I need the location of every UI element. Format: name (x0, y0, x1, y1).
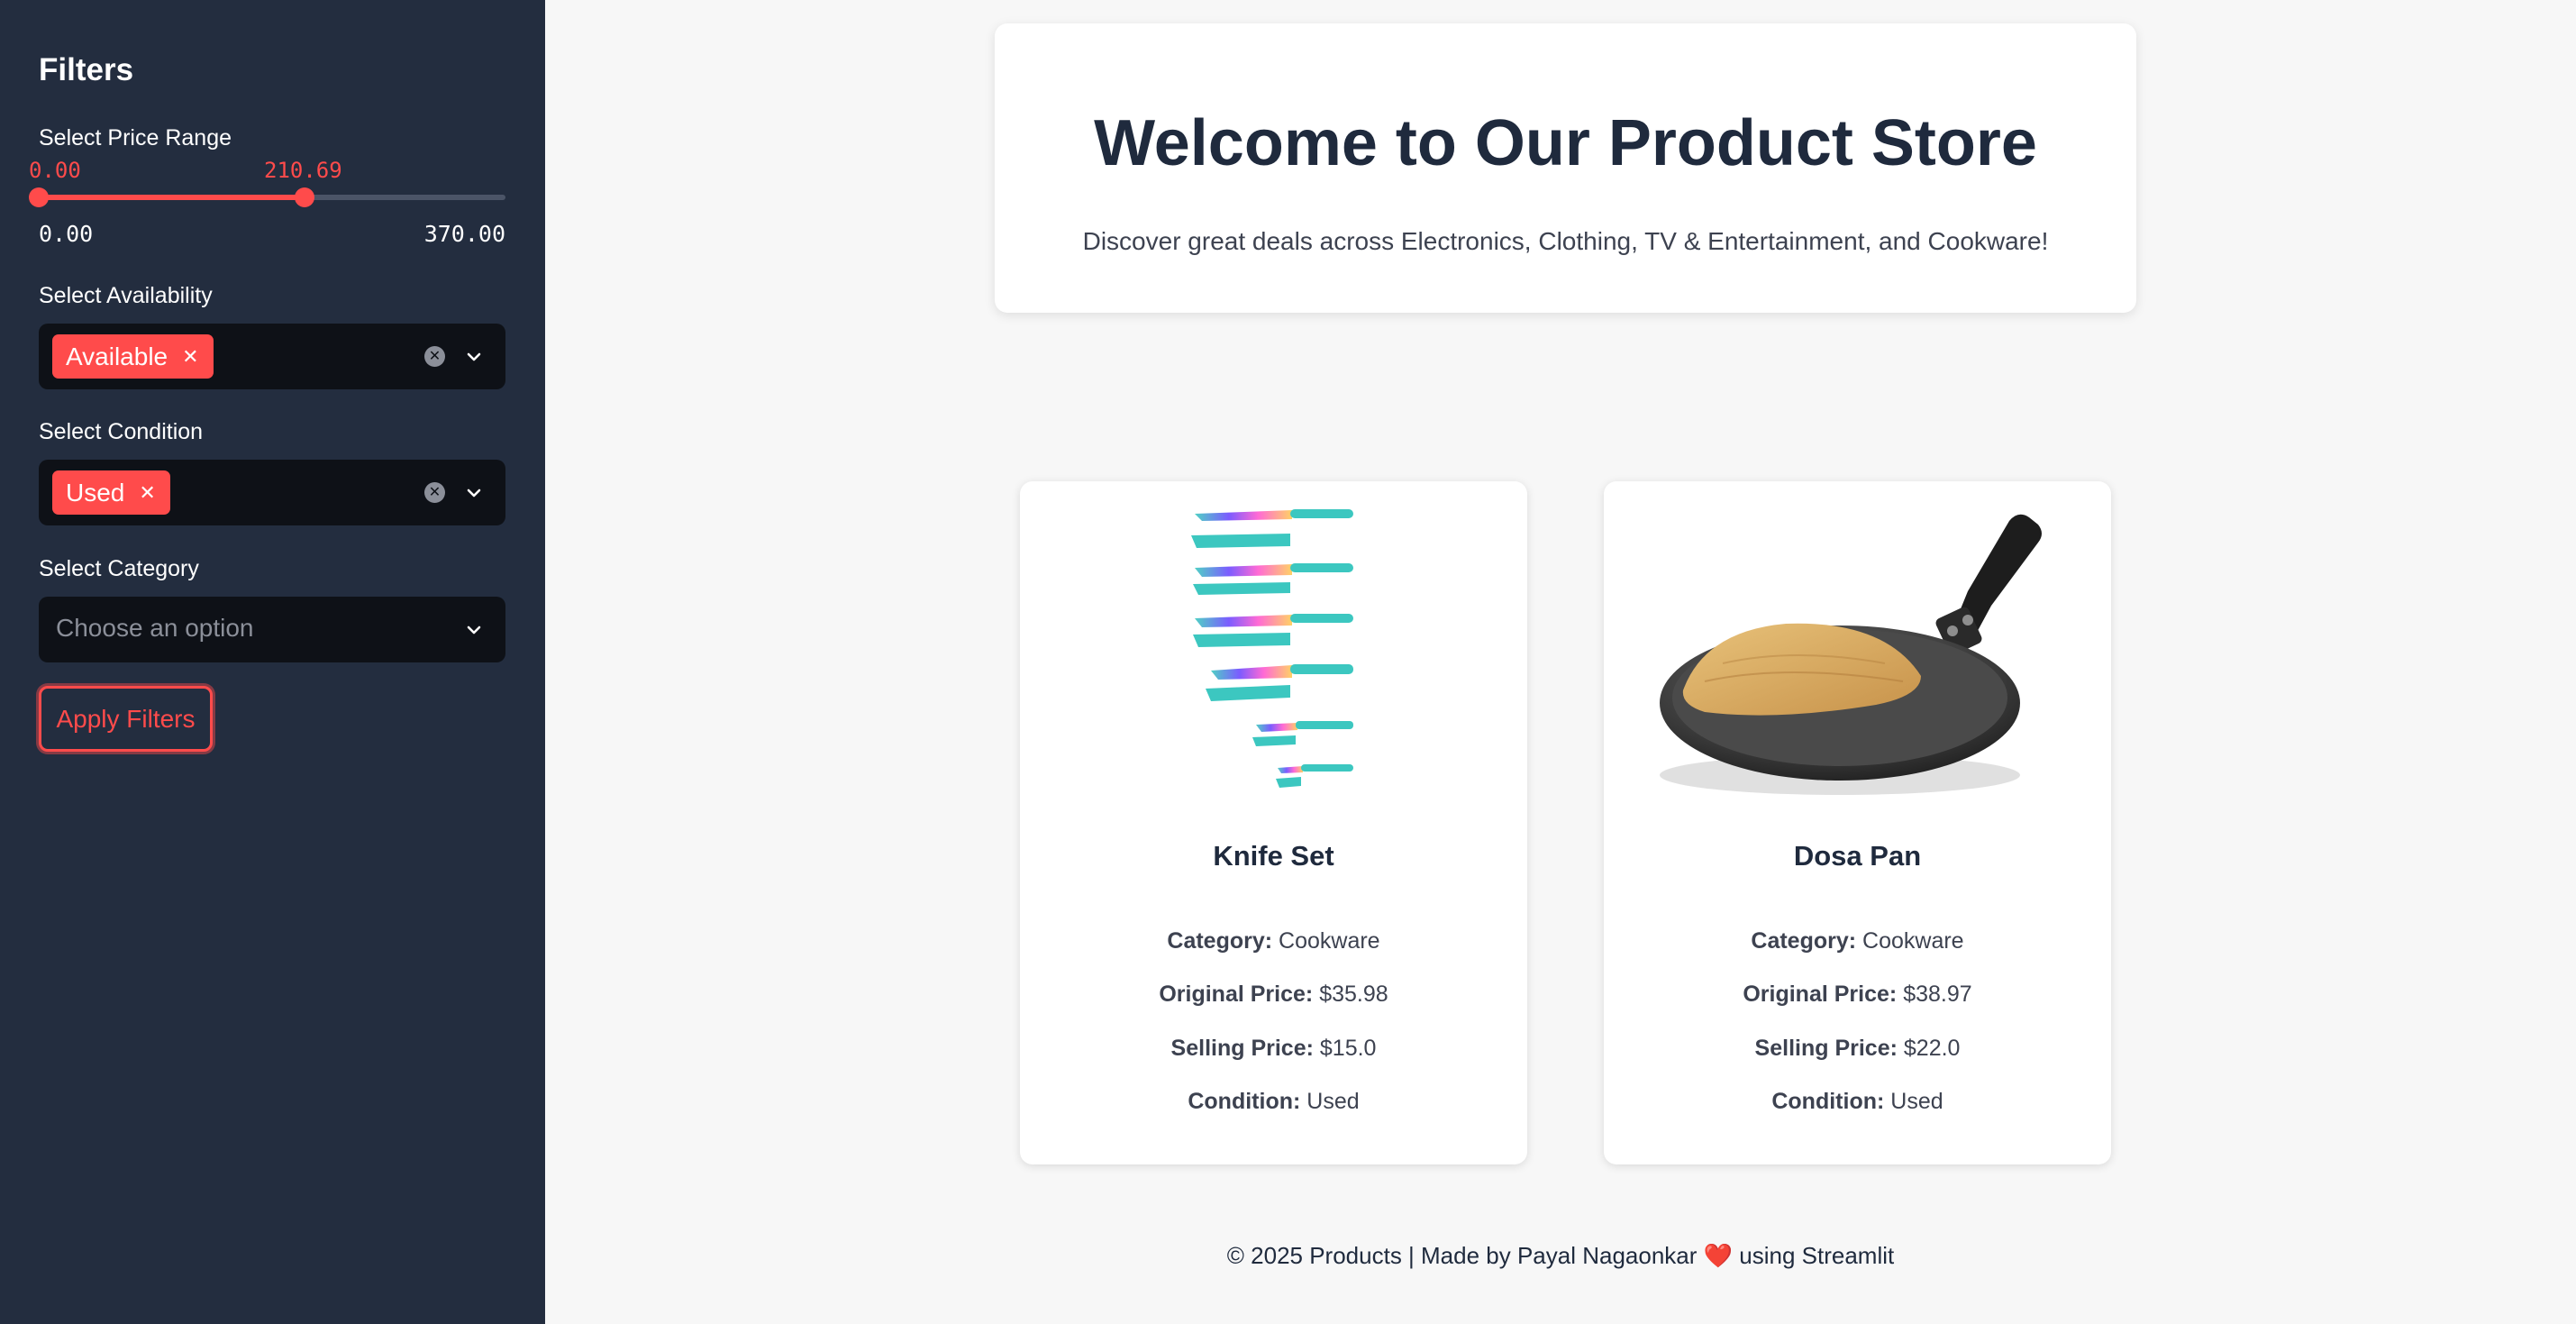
remove-tag-icon[interactable]: ✕ (139, 481, 155, 505)
product-category: Category: Cookware (1604, 928, 2111, 954)
sidebar: Filters Select Price Range 0.00 210.69 0… (0, 0, 545, 1324)
footer-streamlit: using Streamlit (1739, 1242, 1895, 1269)
product-name: Knife Set (1213, 840, 1334, 872)
price-low-thumb[interactable] (29, 187, 49, 207)
condition-select[interactable]: Used ✕ ✕ (39, 460, 505, 525)
product-condition: Condition: Used (1604, 1089, 2111, 1115)
product-condition: Condition: Used (1020, 1089, 1527, 1115)
category-label: Category: (1751, 928, 1857, 954)
remove-tag-icon[interactable]: ✕ (182, 345, 198, 369)
product-selling-price: Selling Price: $15.0 (1020, 1036, 1527, 1062)
chevron-down-icon[interactable] (464, 483, 484, 503)
category-placeholder: Choose an option (56, 614, 254, 642)
original-price-value: $35.98 (1319, 982, 1388, 1007)
footer: © 2025 Products | Made by Payal Nagaonka… (545, 1242, 2576, 1270)
chevron-down-icon[interactable] (464, 347, 484, 367)
chevron-down-icon[interactable] (464, 620, 484, 640)
product-card: Dosa Pan Category: Cookware Original Pri… (1604, 481, 2111, 1164)
original-price-value: $38.97 (1903, 982, 1972, 1007)
category-select[interactable]: Choose an option (39, 597, 505, 662)
page-subtitle: Discover great deals across Electronics,… (1082, 227, 2049, 255)
availability-label: Select Availability (39, 283, 213, 308)
selling-price-label: Selling Price: (1170, 1036, 1314, 1061)
category-value: Cookware (1279, 928, 1380, 954)
selling-price-label: Selling Price: (1754, 1036, 1898, 1061)
sidebar-title: Filters (39, 52, 134, 87)
price-low-value: 0.00 (29, 158, 81, 183)
page-title: Welcome to Our Product Store (1094, 107, 2037, 179)
selling-price-value: $22.0 (1903, 1036, 1961, 1061)
product-original-price: Original Price: $38.97 (1604, 982, 2111, 1008)
product-category: Category: Cookware (1020, 928, 1527, 954)
price-range-fill (39, 195, 305, 200)
product-original-price: Original Price: $35.98 (1020, 982, 1527, 1008)
condition-tag-label: Used (66, 478, 125, 507)
original-price-label: Original Price: (1159, 982, 1314, 1007)
category-label: Category: (1167, 928, 1273, 954)
original-price-label: Original Price: (1743, 982, 1898, 1007)
price-range-slider[interactable] (29, 187, 505, 207)
hero-banner: Welcome to Our Product Store Discover gr… (995, 23, 2136, 313)
dosa-pan-image (1659, 514, 2042, 795)
condition-label: Condition: (1188, 1089, 1301, 1114)
knife-set-image (1190, 509, 1353, 788)
product-card: Knife Set Category: Cookware Original Pr… (1020, 481, 1527, 1164)
selling-price-value: $15.0 (1319, 1036, 1377, 1061)
product-name: Dosa Pan (1793, 840, 1922, 872)
condition-label: Select Condition (39, 419, 204, 444)
footer-credit: © 2025 Products | Made by Payal Nagaonka… (1226, 1242, 1698, 1269)
availability-tag: Available ✕ (52, 334, 214, 379)
heart-icon: ❤️ (1703, 1242, 1734, 1269)
condition-value: Used (1306, 1089, 1360, 1114)
condition-label: Condition: (1771, 1089, 1885, 1114)
product-selling-price: Selling Price: $22.0 (1604, 1036, 2111, 1062)
condition-value: Used (1890, 1089, 1943, 1114)
availability-tag-label: Available (66, 342, 168, 370)
availability-select[interactable]: Available ✕ ✕ (39, 324, 505, 389)
clear-icon[interactable]: ✕ (424, 482, 445, 503)
price-max-label: 370.00 (423, 221, 505, 247)
price-min-label: 0.00 (39, 221, 94, 247)
price-high-thumb[interactable] (294, 187, 314, 207)
condition-tag: Used ✕ (52, 470, 170, 515)
price-high-value: 210.69 (264, 158, 342, 183)
category-value: Cookware (1862, 928, 1964, 954)
price-range-label: Select Price Range (39, 125, 232, 151)
clear-icon[interactable]: ✕ (424, 346, 445, 367)
apply-filters-button[interactable]: Apply Filters (39, 686, 213, 752)
category-label: Select Category (39, 556, 199, 581)
